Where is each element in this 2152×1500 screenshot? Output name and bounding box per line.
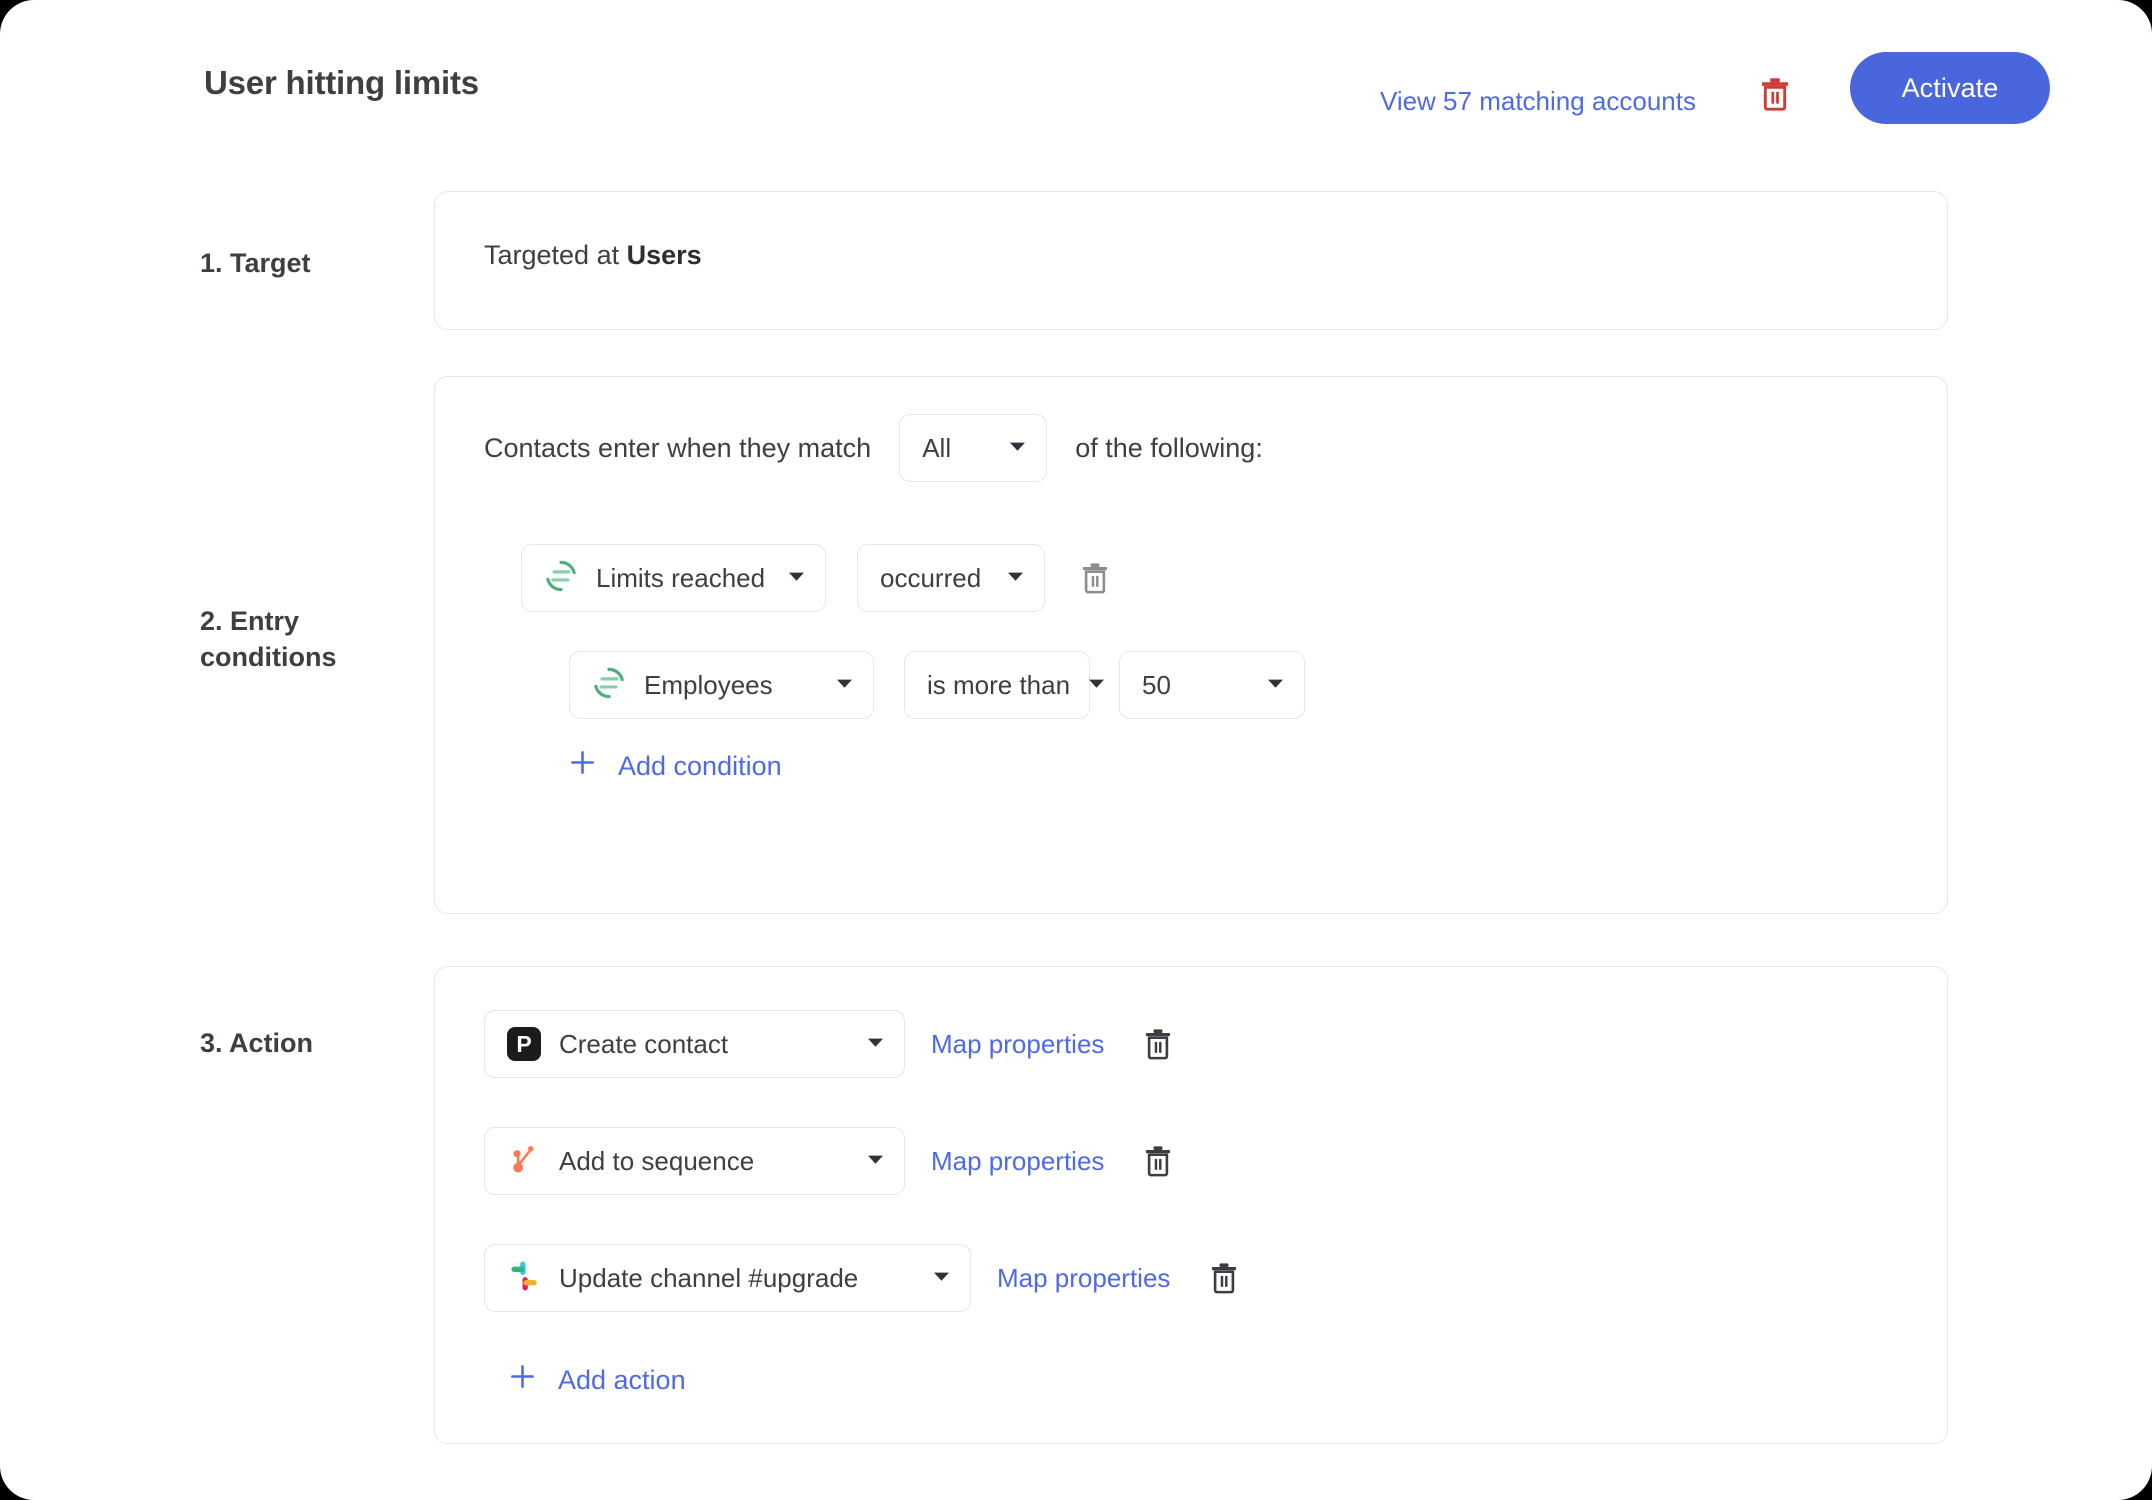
chevron-down-icon [1007,569,1024,587]
condition-value-select[interactable]: 50 [1119,651,1305,719]
header-actions: View 57 matching accounts Activate [1380,52,2050,124]
chevron-down-icon [1088,676,1105,694]
action-name: Update channel #upgrade [559,1262,859,1293]
section-label-entry-conditions: 2. Entry conditions [200,606,337,673]
page-title: User hitting limits [204,64,479,101]
match-text-after: of the following: [1075,432,1263,463]
delete-action-trash-icon[interactable] [1142,1144,1174,1178]
chevron-down-icon [1267,676,1284,694]
hubspot-icon [507,1142,541,1181]
plus-icon [509,1363,536,1397]
chevron-down-icon [867,1152,884,1170]
target-description: Targeted at Users [484,240,702,271]
condition-field-select[interactable]: Limits reached [521,544,826,612]
condition-operator-value: occurred [880,562,982,593]
match-rule-row: Contacts enter when they match All of th… [484,413,1263,483]
section-label-action: 3. Action [200,1028,314,1058]
chevron-down-icon [1009,439,1026,457]
section-label-target: 1. Target [200,248,311,278]
condition-operator-value: is more than [927,669,1071,700]
add-action-label: Add action [558,1364,686,1395]
slack-icon [507,1259,541,1298]
add-condition-label: Add condition [618,750,782,781]
delete-action-trash-icon[interactable] [1142,1027,1174,1061]
delete-condition-trash-icon[interactable] [1079,561,1111,595]
match-text-before: Contacts enter when they match [484,432,872,463]
action-select[interactable]: P Create contact [484,1010,905,1078]
map-properties-link[interactable]: Map properties [997,1263,1170,1294]
segment-icon [544,559,578,598]
condition-field-value: Employees [644,669,773,700]
app-page: User hitting limits View 57 matching acc… [0,0,2152,1500]
condition-operator-select[interactable]: is more than [904,651,1105,719]
page-header: User hitting limits View 57 matching acc… [0,0,2152,140]
action-card: P Create contact Map properties Add to s… [434,966,1948,1444]
target-entity: Users [626,240,702,270]
map-properties-link[interactable]: Map properties [931,1029,1104,1060]
condition-field-value: Limits reached [596,562,766,593]
chevron-down-icon [788,569,805,587]
chevron-down-icon [867,1035,884,1053]
chevron-down-icon [933,1269,950,1287]
action-row: P Create contact Map properties [484,1010,1174,1078]
chevron-down-icon [836,676,853,694]
match-type-select[interactable]: All [899,414,1048,482]
action-name: Create contact [559,1028,729,1059]
activate-button[interactable]: Activate [1850,52,2050,124]
condition-row: Limits reached occurred [521,544,1111,612]
delete-campaign-trash-icon[interactable] [1758,60,1792,117]
target-text-prefix: Targeted at [484,240,627,270]
condition-operator-select[interactable]: occurred [857,544,1045,612]
target-card: Targeted at Users [434,191,1948,330]
action-row: Update channel #upgrade Map properties [484,1244,1240,1312]
condition-value: 50 [1142,669,1171,700]
action-select[interactable]: Add to sequence [484,1127,905,1195]
segment-icon [592,666,626,705]
action-row: Add to sequence Map properties [484,1127,1174,1195]
condition-field-select[interactable]: Employees [569,651,874,719]
map-properties-link[interactable]: Map properties [931,1146,1104,1177]
add-action-button[interactable]: Add action [509,1363,686,1397]
condition-row: Employees is more than 50 [569,651,1305,719]
delete-action-trash-icon[interactable] [1208,1261,1240,1295]
action-select[interactable]: Update channel #upgrade [484,1244,971,1312]
pipedrive-icon: P [507,1027,541,1061]
action-name: Add to sequence [559,1145,755,1176]
plus-icon [569,749,596,783]
entry-conditions-card: Contacts enter when they match All of th… [434,376,1948,914]
add-condition-button[interactable]: Add condition [569,749,782,783]
match-type-value: All [922,432,952,463]
view-matching-accounts-link[interactable]: View 57 matching accounts [1380,63,1696,114]
